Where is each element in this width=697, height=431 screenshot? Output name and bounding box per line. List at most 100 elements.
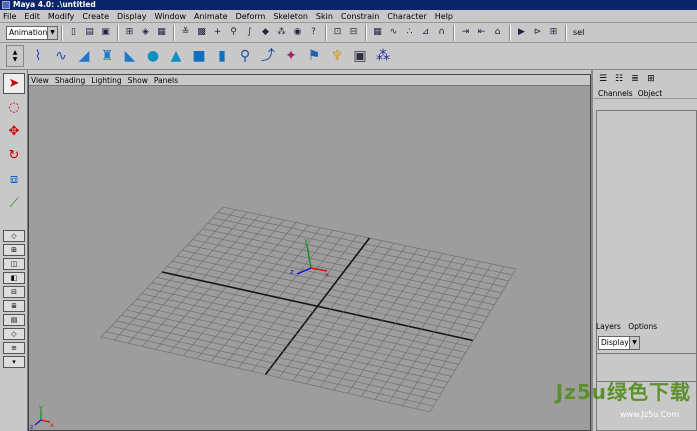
quick-selection-label[interactable]: sel — [573, 28, 584, 37]
layer-mode-dropdown[interactable]: Display ▼ — [598, 336, 640, 350]
menu-animate[interactable]: Animate — [194, 12, 228, 21]
menu-deform[interactable]: Deform — [236, 12, 266, 21]
options-menu[interactable]: Options — [628, 322, 657, 331]
loft-icon[interactable]: ◣ — [120, 46, 140, 66]
panel-menu-panels[interactable]: Panels — [154, 76, 178, 85]
panel-menu-shading[interactable]: Shading — [55, 76, 85, 85]
menu-skeleton[interactable]: Skeleton — [273, 12, 308, 21]
grid-line — [121, 315, 445, 389]
nurbs-sphere-icon[interactable]: ● — [143, 46, 163, 66]
select-hierarchy-icon[interactable]: ⊞ — [122, 25, 137, 40]
grid-line — [141, 293, 459, 365]
toolbox-more-icon[interactable]: ▾ — [3, 356, 25, 368]
shelf-tabs-toggle[interactable]: ▲ ▼ — [6, 45, 24, 67]
layer-editor-header: Layers Options — [596, 322, 662, 331]
persp-graph-hyper-layout-icon[interactable]: ◇ — [3, 328, 25, 340]
attribute-editor-layout-icon[interactable]: ☷ — [612, 72, 626, 86]
point-light-icon[interactable]: ⚑ — [304, 46, 324, 66]
nurbs-cylinder-icon[interactable]: ▮ — [212, 46, 232, 66]
snap-grid-icon[interactable]: ▦ — [370, 25, 385, 40]
open-scene-icon[interactable]: ▤ — [82, 25, 97, 40]
select-surfaces-icon[interactable]: ◆ — [258, 25, 273, 40]
snap-view-plane-icon[interactable]: ⊿ — [418, 25, 433, 40]
tool-settings-layout-icon[interactable]: ≣ — [628, 72, 642, 86]
make-live-icon[interactable]: ∩ — [434, 25, 449, 40]
grid-line — [116, 320, 441, 395]
cv-curve-icon[interactable]: ⌇ — [28, 46, 48, 66]
ep-curve-icon[interactable]: ∿ — [51, 46, 71, 66]
select-deformers-icon[interactable]: ⁂ — [274, 25, 289, 40]
single-view-layout-icon[interactable]: ◇ — [3, 230, 25, 242]
persp-graph-layout-icon[interactable]: ⊟ — [3, 286, 25, 298]
scale-tool-icon[interactable]: ⧈ — [3, 169, 25, 190]
extrude-icon[interactable]: ◢ — [74, 46, 94, 66]
menu-file[interactable]: File — [3, 12, 16, 21]
channel-layer-layout-icon[interactable]: ⊞ — [644, 72, 658, 86]
select-component-icon[interactable]: ▦ — [154, 25, 169, 40]
save-scene-icon[interactable]: ▣ — [98, 25, 113, 40]
construction-history-icon[interactable]: ⌂ — [490, 25, 505, 40]
lock-selection-icon[interactable]: ⊡ — [330, 25, 345, 40]
render-globals-icon[interactable]: ⊞ — [546, 25, 561, 40]
menu-window[interactable]: Window — [155, 12, 187, 21]
panel-menu-lighting[interactable]: Lighting — [91, 76, 121, 85]
select-handles-icon[interactable]: + — [210, 25, 225, 40]
persp-outliner-layout-icon[interactable]: ◧ — [3, 272, 25, 284]
bind-skin-icon[interactable]: ✦ — [281, 46, 301, 66]
panel-menu-view[interactable]: View — [31, 76, 49, 85]
new-scene-icon[interactable]: ▯ — [66, 25, 81, 40]
layers-menu[interactable]: Layers — [596, 322, 621, 331]
lasso-tool-icon[interactable]: ◌ — [3, 97, 25, 118]
viewport-canvas[interactable]: y x z y x z — [29, 86, 590, 431]
camera-icon[interactable]: ▣ — [350, 46, 370, 66]
grid-line — [151, 282, 466, 353]
select-misc-icon[interactable]: ? — [306, 25, 321, 40]
menu-skin[interactable]: Skin — [316, 12, 333, 21]
joint-tool-icon[interactable]: ⚲ — [235, 46, 255, 66]
select-all-icon[interactable]: ▩ — [194, 25, 209, 40]
four-view-layout-icon[interactable]: ⊞ — [3, 244, 25, 256]
move-tool-icon[interactable]: ✥ — [3, 121, 25, 142]
highlight-selection-icon[interactable]: ⊟ — [346, 25, 361, 40]
grid-line — [333, 250, 431, 391]
menu-help[interactable]: Help — [435, 12, 453, 21]
menu-display[interactable]: Display — [117, 12, 147, 21]
select-tool-icon[interactable]: ➤ — [3, 73, 25, 94]
side-by-side-layout-icon[interactable]: ◫ — [3, 258, 25, 270]
input-connections-icon[interactable]: ⇥ — [458, 25, 473, 40]
menu-edit[interactable]: Edit — [24, 12, 40, 21]
channels-menu[interactable]: Channels — [598, 89, 633, 98]
indicator-y-label: y — [39, 403, 43, 411]
particle-tool-icon[interactable]: ⁂ — [373, 46, 393, 66]
object-menu[interactable]: Object — [638, 89, 662, 98]
select-object-icon[interactable]: ◈ — [138, 25, 153, 40]
render-frame-icon[interactable]: ▶ — [514, 25, 529, 40]
panel-menu-show[interactable]: Show — [128, 76, 148, 85]
hypershade-layout-icon[interactable]: ≣ — [3, 300, 25, 312]
mask-menu-icon[interactable]: ≚ — [178, 25, 193, 40]
select-curves-icon[interactable]: ∫ — [242, 25, 257, 40]
channel-box-layout-icon[interactable]: ☰ — [596, 72, 610, 86]
ipr-render-icon[interactable]: ⊳ — [530, 25, 545, 40]
manipulator-tool-icon[interactable]: ⟋ — [3, 193, 25, 214]
menu-constrain[interactable]: Constrain — [341, 12, 379, 21]
revolve-icon[interactable]: ♜ — [97, 46, 117, 66]
output-connections-icon[interactable]: ⇤ — [474, 25, 489, 40]
nurbs-cone-icon[interactable]: ▲ — [166, 46, 186, 66]
manip-y-label: y — [304, 237, 308, 245]
ik-handle-icon[interactable]: ⤴ — [258, 46, 278, 66]
dope-sheet-layout-icon[interactable]: ≡ — [3, 342, 25, 354]
chevron-up-icon: ▲ — [12, 49, 18, 56]
menu-set-dropdown[interactable]: Animation ▼ — [6, 25, 58, 40]
menu-character[interactable]: Character — [387, 12, 427, 21]
nurbs-cube-icon[interactable]: ■ — [189, 46, 209, 66]
snap-curve-icon[interactable]: ∿ — [386, 25, 401, 40]
rotate-tool-icon[interactable]: ↻ — [3, 145, 25, 166]
menu-create[interactable]: Create — [82, 12, 109, 21]
spot-light-icon[interactable]: ♆ — [327, 46, 347, 66]
select-joints-icon[interactable]: ⚲ — [226, 25, 241, 40]
trax-layout-icon[interactable]: ▤ — [3, 314, 25, 326]
select-dynamics-icon[interactable]: ◉ — [290, 25, 305, 40]
menu-modify[interactable]: Modify — [48, 12, 75, 21]
snap-point-icon[interactable]: ∴ — [402, 25, 417, 40]
